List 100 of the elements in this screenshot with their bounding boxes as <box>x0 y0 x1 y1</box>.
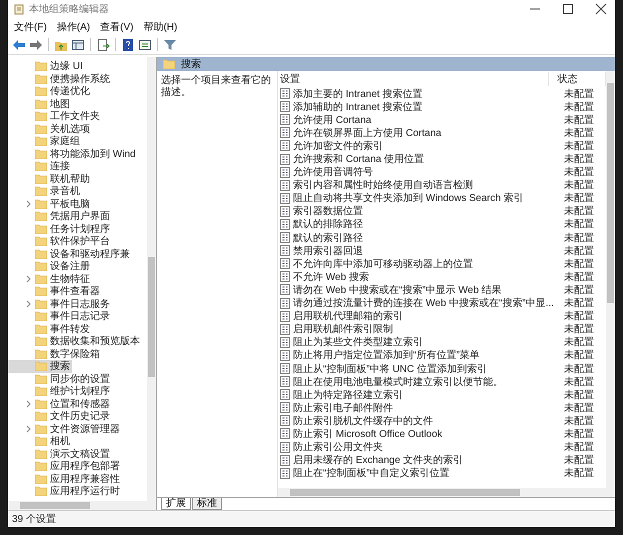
policy-name[interactable]: 请勿在 Web 中搜索或在“搜索”中显示 Web 结果 <box>293 282 502 297</box>
policy-name[interactable]: 禁用索引器回退 <box>293 244 363 258</box>
policy-icon <box>280 154 290 165</box>
policy-name[interactable]: 默认的排除路径 <box>293 217 363 232</box>
scrollbar[interactable] <box>8 501 156 510</box>
policy-name[interactable]: 阻止在使用电池电量模式时建立索引以便节能。 <box>293 374 503 389</box>
policy-name[interactable]: 阻止自动将共享文件夹添加到 Windows Search 索引 <box>293 191 524 206</box>
tree-item[interactable]: 软件保护平台 <box>8 235 112 248</box>
folder-icon <box>35 124 47 134</box>
policy-name[interactable]: 添加主要的 Intranet 搜索位置 <box>293 86 422 101</box>
policy-state: 未配置 <box>563 348 594 362</box>
policy-icon <box>280 88 290 100</box>
tree-item[interactable]: 文件历史记录 <box>8 410 112 422</box>
tab[interactable]: 扩展 <box>161 498 191 510</box>
policy-state: 未配置 <box>563 362 594 376</box>
menu-item[interactable]: 查看(V) <box>100 20 134 34</box>
tree-item[interactable]: 应用程序兼容性 <box>8 472 122 485</box>
policy-icon <box>280 192 290 204</box>
policy-state: 未配置 <box>563 454 594 468</box>
policy-name[interactable]: 添加辅助的 Intranet 搜索位置 <box>293 100 422 114</box>
policy-name[interactable]: 允许搜索和 Cortana 使用位置 <box>293 152 424 166</box>
tree-item[interactable]: 平板电脑 <box>8 198 92 210</box>
tree-item[interactable]: 文件资源管理器 <box>8 422 122 435</box>
policy-name[interactable]: 防止索引公用文件夹 <box>293 440 383 454</box>
tree-item[interactable]: 演示文稿设置 <box>8 448 112 460</box>
tree-item[interactable]: 事件日志服务 <box>8 298 112 310</box>
policy-name[interactable]: 防止索引 Microsoft Office Outlook <box>293 426 442 441</box>
tree-item[interactable]: 应用程序包部署 <box>8 460 122 472</box>
policy-name[interactable]: 阻止为特定路径建立索引 <box>293 388 403 402</box>
tree-item[interactable]: 连接 <box>8 160 72 172</box>
tree-item[interactable]: 边缘 UI <box>8 60 85 72</box>
policy-name[interactable]: 允许在锁屏界面上方使用 Cortana <box>293 126 442 140</box>
tree-item[interactable]: 位置和传感器 <box>8 398 112 410</box>
tree-item[interactable]: 生物特征 <box>8 272 92 285</box>
scrollbar[interactable] <box>278 488 615 497</box>
forward-arrow-icon[interactable] <box>29 38 43 52</box>
policy-name[interactable]: 不允许向库中添加可移动驱动器上的位置 <box>293 256 473 271</box>
policy-name[interactable]: 请勿通过按流量计费的连接在 Web 中搜索或在“搜索”中显... <box>293 296 554 310</box>
tree-item[interactable]: 录音机 <box>8 185 82 198</box>
tree-item[interactable]: 相机 <box>8 435 72 448</box>
status-text: 39 个设置 <box>12 512 56 526</box>
tree-item[interactable]: 设备和驱动程序兼 <box>8 248 132 260</box>
tree-item[interactable]: 凭据用户界面 <box>8 210 112 222</box>
tree-item[interactable]: 家庭组 <box>8 135 82 148</box>
policy-name[interactable]: 启用联机代理邮箱的索引 <box>293 309 403 324</box>
policy-name[interactable]: 防止将用户指定位置添加到“所有位置”菜单 <box>293 348 480 362</box>
policy-name[interactable]: 索引器数据位置 <box>293 204 363 218</box>
scrollbar[interactable] <box>147 57 156 501</box>
policy-name[interactable]: 阻止为某些文件类型建立索引 <box>293 335 423 350</box>
tree-item[interactable]: 将功能添加到 Wind <box>8 148 138 160</box>
tree-item[interactable]: 设备注册 <box>8 260 92 272</box>
tree-item[interactable]: 事件转发 <box>8 322 92 335</box>
tree-item[interactable]: 联机帮助 <box>8 172 92 185</box>
policy-name[interactable]: 启用联机邮件索引限制 <box>293 322 393 336</box>
policy-name[interactable]: 允许使用 Cortana <box>293 112 372 127</box>
scrollbar[interactable] <box>606 71 615 488</box>
policy-name[interactable]: 防止索引电子邮件附件 <box>293 400 393 415</box>
policy-name[interactable]: 索引内容和属性时始终使用自动语言检测 <box>293 178 473 192</box>
properties-icon[interactable] <box>138 38 152 52</box>
menu-item[interactable]: 操作(A) <box>56 20 90 34</box>
policy-name[interactable]: 默认的索引路径 <box>293 230 363 245</box>
policy-name[interactable]: 允许加密文件的索引 <box>293 138 383 153</box>
policy-name[interactable]: 不允许 Web 搜索 <box>293 270 369 284</box>
tree-item[interactable]: 工作文件夹 <box>8 110 102 122</box>
back-arrow-icon[interactable] <box>12 38 26 52</box>
policy-name[interactable]: 阻止从“控制面板”中将 UNC 位置添加到索引 <box>293 362 487 376</box>
tree-item[interactable]: 事件日志记录 <box>8 310 112 322</box>
policy-name[interactable]: 阻止在“控制面板”中自定义索引位置 <box>293 466 450 480</box>
panel-icon[interactable] <box>71 38 85 52</box>
tree-item[interactable]: 同步你的设置 <box>8 372 112 385</box>
help-icon[interactable] <box>121 38 135 52</box>
policy-name[interactable]: 允许使用音调符号 <box>293 165 373 180</box>
tree-item[interactable]: 数字保险箱 <box>8 348 102 360</box>
tree-item[interactable]: 传递优化 <box>8 85 92 98</box>
column-header[interactable]: 设置 <box>278 72 550 86</box>
tree-item[interactable]: 任务计划程序 <box>8 222 112 235</box>
folder-icon <box>35 298 47 309</box>
policy-name[interactable]: 防止索引脱机文件缓存中的文件 <box>293 414 433 428</box>
policy-name[interactable]: 启用未缓存的 Exchange 文件夹的索引 <box>293 453 464 468</box>
tree-item[interactable]: 关机选项 <box>8 122 92 135</box>
menu-item[interactable]: 帮助(H) <box>143 20 178 34</box>
folder-icon <box>35 474 47 484</box>
tree-item[interactable]: 搜索 <box>8 360 72 372</box>
policy-state: 未配置 <box>563 388 594 402</box>
tab[interactable]: 标准 <box>192 498 222 510</box>
tree-item[interactable]: 地图 <box>8 98 72 110</box>
tree-item[interactable]: 维护计划程序 <box>8 385 112 398</box>
tree-item[interactable]: 数据收集和预览版本 <box>8 335 142 348</box>
policy-icon <box>280 127 290 138</box>
menu-item[interactable]: 文件(F) <box>14 20 47 34</box>
tree-item[interactable]: 应用程序运行时 <box>8 485 122 498</box>
policy-icon <box>280 232 290 244</box>
tree-item[interactable]: 便携操作系统 <box>8 72 112 85</box>
policy-icon <box>280 310 290 322</box>
policy-icon <box>280 336 290 348</box>
folder-icon <box>35 224 47 234</box>
filter-icon[interactable] <box>163 38 177 52</box>
export-icon[interactable] <box>96 38 110 52</box>
tree-item[interactable]: 事件查看器 <box>8 285 102 298</box>
policy-icon <box>280 166 290 178</box>
